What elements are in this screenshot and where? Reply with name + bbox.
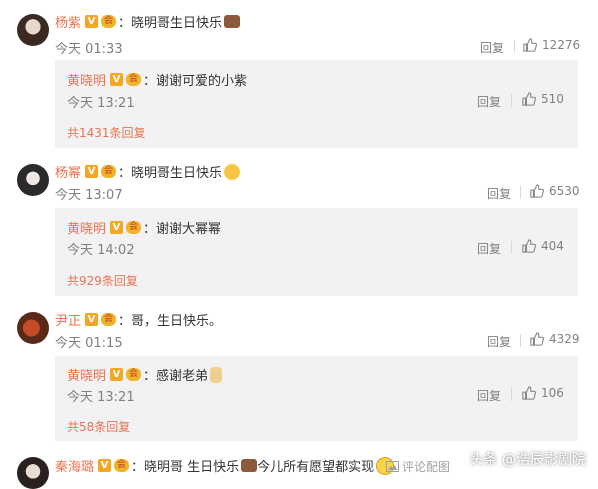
victory-hand-emoji-icon: [210, 366, 223, 383]
comment-text: 晓明哥生日快乐: [131, 16, 223, 31]
reply-time: 今天 14:02: [67, 243, 135, 258]
vip-badge-icon: 会: [126, 368, 142, 381]
reply-box: 黄晓明 V 会 ： 谢谢可爱的小紫 今天 13:21 回复 510 共1431条…: [55, 60, 578, 148]
comment-text: 哥，生日快乐。: [131, 314, 223, 329]
thumbs-up-icon: [530, 332, 544, 346]
divider: [514, 40, 515, 53]
username[interactable]: 尹正: [55, 310, 81, 329]
username[interactable]: 杨紫: [55, 12, 81, 31]
verified-badge-icon: V: [85, 15, 99, 28]
vip-badge-icon: 会: [114, 459, 130, 472]
username[interactable]: 黄晓明: [67, 365, 106, 384]
like-count: 404: [541, 239, 564, 253]
total-replies-link[interactable]: 共929条回复: [67, 272, 138, 289]
comment-text-line: 秦海璐 V 会 ： 晓明哥 生日快乐 今儿所有愿望都实现: [55, 456, 395, 475]
cake-emoji-icon: [241, 459, 258, 472]
reply-text: 谢谢大幂幂: [156, 222, 222, 237]
like-count: 12276: [542, 38, 581, 52]
comment-text-line: 杨幂 V 会 ： 晓明哥生日快乐: [55, 162, 241, 181]
comment-text-line: 杨紫 V 会 ： 晓明哥生日快乐: [55, 12, 241, 31]
comment-text-2: 今儿所有愿望都实现: [257, 460, 375, 475]
comment-text: 晓明哥 生日快乐: [144, 460, 240, 475]
reply-text-line: 黄晓明 V 会 ： 谢谢大幂幂: [67, 218, 221, 237]
comment-text: 晓明哥生日快乐: [131, 166, 223, 181]
comment-time: 今天 01:33: [55, 42, 123, 57]
like-button[interactable]: 404: [522, 239, 564, 253]
reply-button[interactable]: 回复: [477, 93, 501, 110]
thumbs-up-icon: [522, 92, 536, 106]
username[interactable]: 黄晓明: [67, 70, 106, 89]
reply-text: 感谢老弟: [156, 369, 209, 384]
reply-box: 黄晓明 V 会 ： 感谢老弟 今天 13:21 回复 106 共58条回复: [55, 356, 578, 441]
thumbs-up-icon: [522, 239, 536, 253]
verified-badge-icon: V: [110, 73, 124, 86]
comment: 杨紫 V 会 ： 晓明哥生日快乐 今天 01:33 回复 12276 黄晓明 V…: [0, 0, 598, 150]
reply-time: 今天 13:21: [67, 96, 135, 111]
divider: [520, 186, 521, 199]
avatar[interactable]: [17, 457, 49, 489]
username[interactable]: 黄晓明: [67, 218, 106, 237]
comment-image-link[interactable]: 评论配图: [386, 458, 450, 475]
total-replies-link[interactable]: 共1431条回复: [67, 124, 146, 141]
username[interactable]: 秦海璐: [55, 456, 94, 475]
divider: [520, 334, 521, 347]
divider: [511, 94, 512, 107]
divider: [511, 241, 512, 254]
comment: 杨幂 V 会 ： 晓明哥生日快乐 今天 13:07 回复 6530 黄晓明 V …: [0, 150, 598, 300]
reply-text-line: 黄晓明 V 会 ： 谢谢可爱的小紫: [67, 70, 247, 89]
comment-time: 今天 01:15: [55, 336, 123, 351]
cake-emoji-icon: [224, 15, 241, 28]
like-button[interactable]: 6530: [530, 184, 580, 198]
like-button[interactable]: 106: [522, 386, 564, 400]
reply-time: 今天 13:21: [67, 390, 135, 405]
verified-badge-icon: V: [98, 459, 112, 472]
thumbs-up-icon: [522, 386, 536, 400]
watermark: 头条 @浩辰影剧院: [469, 452, 586, 468]
image-icon: [386, 461, 399, 472]
comment-text-line: 尹正 V 会 ： 哥，生日快乐。: [55, 310, 222, 329]
vip-badge-icon: 会: [126, 73, 142, 86]
like-button[interactable]: 4329: [530, 332, 580, 346]
reply-button[interactable]: 回复: [487, 333, 511, 350]
reply-box: 黄晓明 V 会 ： 谢谢大幂幂 今天 14:02 回复 404 共929条回复: [55, 208, 578, 296]
vip-badge-icon: 会: [126, 221, 142, 234]
reply-text-line: 黄晓明 V 会 ： 感谢老弟: [67, 365, 223, 384]
reply-button[interactable]: 回复: [477, 240, 501, 257]
avatar[interactable]: [17, 14, 49, 46]
avatar[interactable]: [17, 312, 49, 344]
thumbs-up-icon: [523, 38, 537, 52]
like-count: 510: [541, 92, 564, 106]
verified-badge-icon: V: [85, 165, 99, 178]
like-count: 6530: [549, 184, 580, 198]
reply-button[interactable]: 回复: [477, 387, 501, 404]
verified-badge-icon: V: [110, 368, 124, 381]
shocked-face-emoji-icon: [224, 163, 241, 180]
like-count: 106: [541, 386, 564, 400]
like-count: 4329: [549, 332, 580, 346]
comment: 尹正 V 会 ： 哥，生日快乐。 今天 01:15 回复 4329 黄晓明 V …: [0, 300, 598, 445]
username[interactable]: 杨幂: [55, 162, 81, 181]
vip-badge-icon: 会: [101, 165, 117, 178]
thumbs-up-icon: [530, 184, 544, 198]
avatar[interactable]: [17, 164, 49, 196]
total-replies-link[interactable]: 共58条回复: [67, 418, 130, 435]
reply-text: 谢谢可爱的小紫: [156, 74, 248, 89]
like-button[interactable]: 12276: [523, 38, 580, 52]
like-button[interactable]: 510: [522, 92, 564, 106]
verified-badge-icon: V: [110, 221, 124, 234]
reply-button[interactable]: 回复: [487, 185, 511, 202]
divider: [511, 388, 512, 401]
vip-badge-icon: 会: [101, 15, 117, 28]
reply-button[interactable]: 回复: [480, 39, 504, 56]
vip-badge-icon: 会: [101, 313, 117, 326]
comment-time: 今天 13:07: [55, 188, 123, 203]
verified-badge-icon: V: [85, 313, 99, 326]
